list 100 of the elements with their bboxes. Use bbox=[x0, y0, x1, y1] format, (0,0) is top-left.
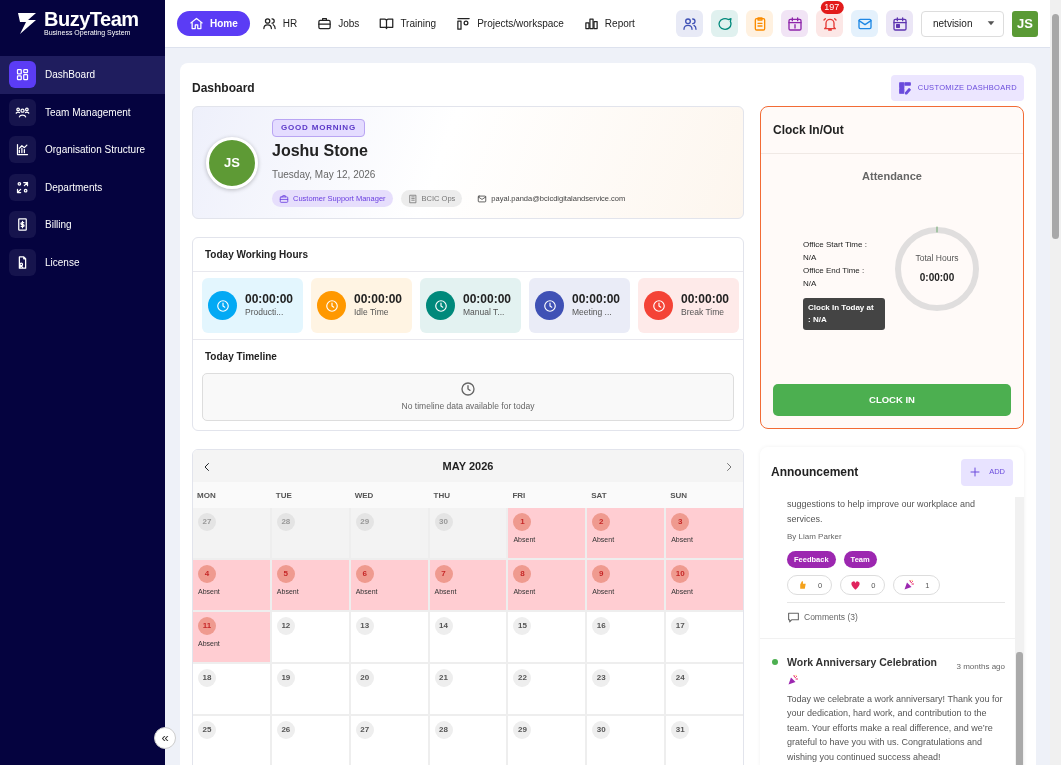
nav-tab[interactable]: Projects/workspace bbox=[448, 11, 572, 36]
calendar-day[interactable]: 21 bbox=[429, 664, 507, 714]
calendar-day[interactable]: 15 bbox=[508, 612, 586, 662]
brand-name: BuzyTeam bbox=[44, 10, 139, 28]
toolbar-button[interactable] bbox=[781, 10, 808, 37]
comment-icon bbox=[787, 611, 800, 625]
sidebar-item[interactable]: Team Management bbox=[0, 93, 165, 131]
announcement-title: Work Anniversary Celebration bbox=[787, 655, 937, 671]
section-title: Today Timeline bbox=[204, 350, 278, 364]
briefcase-icon bbox=[317, 16, 333, 31]
stat-label: Manual T... bbox=[463, 306, 506, 319]
toolbar-button[interactable] bbox=[676, 10, 703, 37]
calendar-day[interactable]: 17 bbox=[666, 612, 743, 662]
calendar-icon bbox=[786, 15, 803, 32]
empty-message: No timeline data available for today bbox=[401, 400, 535, 413]
timestamp: 3 months ago bbox=[956, 661, 1005, 674]
plus-icon bbox=[969, 466, 982, 478]
sidebar-item[interactable]: Organisation Structure bbox=[0, 131, 165, 169]
calendar-day[interactable]: 29 bbox=[508, 716, 586, 765]
calendar-day[interactable]: 14 bbox=[429, 612, 507, 662]
section-title: Today Working Hours bbox=[193, 238, 743, 272]
home-icon bbox=[189, 16, 204, 31]
calendar-day[interactable]: 25 bbox=[193, 716, 270, 765]
toolbar-button[interactable] bbox=[711, 10, 738, 37]
nav-tab[interactable]: Report bbox=[575, 11, 643, 36]
calendar-day[interactable]: 26 bbox=[271, 716, 349, 765]
greeting-label: GOOD MORNING bbox=[272, 118, 365, 137]
calendar-icon bbox=[891, 15, 908, 32]
toolbar-button[interactable] bbox=[816, 10, 843, 37]
clock-icon bbox=[651, 298, 666, 313]
scrollbar[interactable] bbox=[1015, 497, 1024, 765]
party-popper-icon bbox=[787, 674, 799, 687]
sidebar-item[interactable]: Billing bbox=[0, 206, 165, 244]
workspace-select[interactable]: netvision bbox=[921, 10, 1004, 37]
calendar-day[interactable]: 20 bbox=[350, 664, 428, 714]
caret-icon bbox=[987, 19, 995, 28]
calendar-day[interactable]: 12 bbox=[271, 612, 349, 662]
info-label: Office End Time : bbox=[803, 265, 866, 278]
calendar-day[interactable]: 31 bbox=[666, 716, 743, 765]
nav-tab[interactable]: Jobs bbox=[309, 11, 368, 36]
clock-icon bbox=[215, 298, 230, 313]
stat-value: 00:00:00 bbox=[354, 292, 404, 307]
stat-value: 00:00:00 bbox=[245, 292, 295, 307]
nav-tab[interactable]: Home bbox=[177, 11, 250, 36]
notification-count: 197 bbox=[820, 1, 844, 14]
user-name: Joshu Stone bbox=[272, 140, 369, 161]
nav-tab[interactable]: HR bbox=[253, 11, 306, 36]
calendar-day[interactable]: 23 bbox=[587, 664, 665, 714]
thumbs-up-icon bbox=[797, 579, 808, 591]
info-label: Office Start Time : bbox=[803, 239, 868, 252]
bell-icon bbox=[821, 15, 838, 32]
clock-icon bbox=[433, 298, 448, 313]
stat-value: 00:00:00 bbox=[681, 292, 731, 307]
dashboard-icon bbox=[15, 67, 30, 83]
clock-in-tooltip: Clock In Today at : N/A bbox=[803, 298, 885, 331]
stat-label: Idle Time bbox=[354, 306, 390, 319]
announcement-text: Today we celebrate a work anniversary! Thank you for your dedication, hard work, and contribution to the team. Your efforts make a real difference, and we’re grateful to have you with us. Congratulations and wishing you continued success ahead! bbox=[787, 692, 1004, 764]
date-text: Tuesday, May 12, 2026 bbox=[272, 167, 377, 182]
info-value: N/A bbox=[803, 278, 818, 291]
info-value: N/A bbox=[803, 252, 818, 265]
comments-link[interactable]: Comments (3) bbox=[787, 611, 858, 625]
author-text: By Liam Parker bbox=[787, 531, 843, 543]
clock-icon bbox=[324, 298, 339, 313]
calendar-day[interactable]: 18 bbox=[193, 664, 270, 714]
collapse-button[interactable]: « bbox=[154, 727, 176, 749]
calendar-day[interactable]: 16 bbox=[587, 612, 665, 662]
kanban-icon bbox=[456, 16, 472, 31]
calendar-day[interactable]: 22 bbox=[508, 664, 586, 714]
toolbar-button[interactable] bbox=[886, 10, 913, 37]
page-title: Dashboard bbox=[192, 80, 255, 97]
calendar-day[interactable]: 30 bbox=[587, 716, 665, 765]
chat-icon bbox=[716, 15, 733, 32]
nav-tab[interactable]: Training bbox=[371, 11, 445, 36]
stat-label: Break Time bbox=[681, 306, 725, 319]
total-hours-label: Total Hours bbox=[914, 252, 960, 265]
heart-icon bbox=[850, 579, 862, 591]
stat-value: 00:00:00 bbox=[572, 292, 622, 307]
clock-icon bbox=[542, 298, 557, 313]
calendar-day[interactable]: 24 bbox=[666, 664, 743, 714]
receipt-icon bbox=[15, 217, 30, 233]
party-popper-icon bbox=[903, 579, 916, 592]
calendar-day[interactable]: 27 bbox=[350, 716, 428, 765]
profile-avatar: JS bbox=[206, 136, 258, 189]
bar-chart-icon bbox=[583, 16, 599, 31]
briefcase-icon bbox=[279, 193, 289, 204]
total-hours-value: 0:00:00 bbox=[918, 271, 956, 285]
mail-icon bbox=[477, 193, 488, 204]
sidebar-item[interactable]: License bbox=[0, 243, 165, 281]
stat-value: 00:00:00 bbox=[463, 292, 513, 307]
sidebar-item[interactable]: DashBoard bbox=[0, 56, 165, 94]
sidebar-item[interactable]: Departments bbox=[0, 168, 165, 206]
calendar-day[interactable]: 19 bbox=[271, 664, 349, 714]
toolbar-button[interactable] bbox=[851, 10, 878, 37]
chart-icon bbox=[15, 142, 30, 158]
calendar-day[interactable]: 13 bbox=[350, 612, 428, 662]
scrollbar[interactable] bbox=[1050, 0, 1061, 765]
month-title: MAY 2026 bbox=[442, 458, 494, 474]
calendar-day[interactable]: 28 bbox=[429, 716, 507, 765]
people-icon bbox=[261, 16, 277, 31]
attendance-label: Attendance bbox=[861, 169, 923, 184]
